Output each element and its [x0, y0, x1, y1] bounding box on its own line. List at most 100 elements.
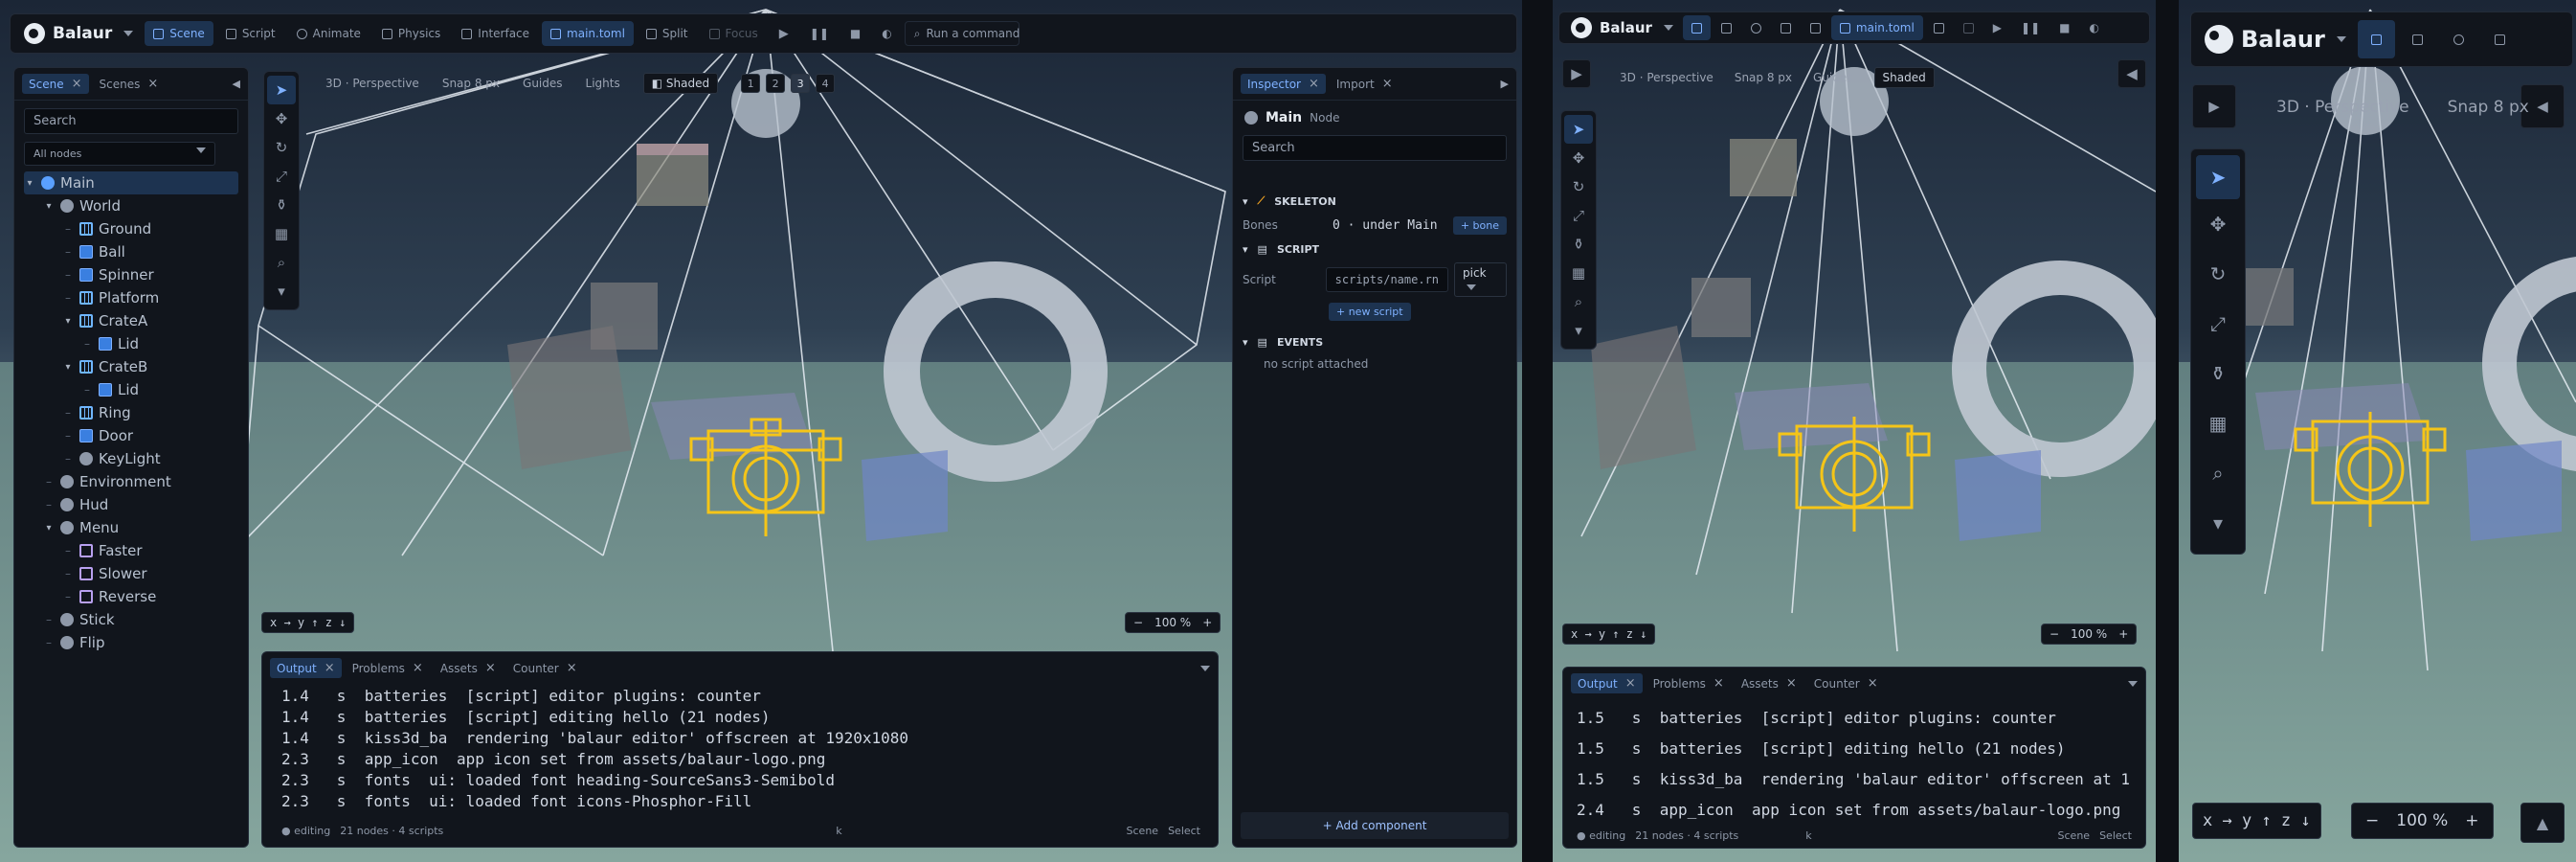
move-tool-icon[interactable]: ✥: [2196, 199, 2240, 249]
tab-problems[interactable]: Problems ×: [1646, 673, 1731, 693]
tree-row[interactable]: – Hud: [24, 493, 238, 516]
mode-physics[interactable]: [2481, 20, 2519, 58]
tree-row[interactable]: – Environment: [24, 470, 238, 493]
tab-output[interactable]: Output ×: [1571, 673, 1643, 693]
app-logo[interactable]: Balaur: [16, 23, 141, 44]
close-icon[interactable]: ×: [147, 77, 158, 91]
close-icon[interactable]: ×: [325, 661, 335, 675]
snap-label[interactable]: Snap 8 px: [2448, 98, 2529, 117]
tree-row[interactable]: – Flip: [24, 631, 238, 654]
tree-row[interactable]: – KeyLight: [24, 447, 238, 470]
rotate-tool-icon[interactable]: ↻: [2196, 249, 2240, 299]
command-input[interactable]: ⌕ Run a command: [904, 21, 1019, 46]
tab-counter[interactable]: Counter ×: [506, 658, 584, 678]
scale-tool-icon[interactable]: ⤢: [267, 162, 296, 191]
close-icon[interactable]: ×: [413, 661, 423, 675]
tree-row[interactable]: – Slower: [24, 562, 238, 585]
split-button[interactable]: [1925, 15, 1953, 40]
tree-row[interactable]: – Stick: [24, 608, 238, 631]
mode-scene[interactable]: [2357, 20, 2395, 58]
add-bone-button[interactable]: + bone: [1452, 216, 1507, 235]
close-icon[interactable]: ×: [1714, 676, 1724, 691]
pause-button[interactable]: ❚❚: [2012, 15, 2049, 40]
select-tool-icon[interactable]: ➤: [2196, 155, 2240, 199]
zoom-in-button[interactable]: +: [1202, 616, 1212, 629]
tab-output[interactable]: Output ×: [270, 658, 342, 678]
stop-button[interactable]: ■: [2050, 15, 2078, 40]
tree-row[interactable]: – Ground: [24, 217, 238, 240]
zoom-tool-icon[interactable]: ⌕: [1564, 287, 1593, 316]
collapse-left-icon[interactable]: ◀: [233, 78, 240, 90]
move-tool-icon[interactable]: ✥: [267, 104, 296, 133]
camera-1-button[interactable]: 1: [741, 74, 761, 93]
tree-row[interactable]: ▾ Main: [24, 171, 238, 194]
app-logo[interactable]: Balaur: [1563, 17, 1681, 38]
zoom-out-button[interactable]: −: [2365, 811, 2379, 830]
expand-toggle-icon[interactable]: ▾: [43, 523, 55, 533]
tree-row[interactable]: – Faster: [24, 539, 238, 562]
tab-assets[interactable]: Assets ×: [1735, 673, 1803, 693]
close-icon[interactable]: ×: [1868, 676, 1878, 691]
close-icon[interactable]: ×: [1309, 77, 1319, 91]
tab-counter[interactable]: Counter ×: [1807, 673, 1885, 693]
chevron-down-icon[interactable]: [2128, 680, 2138, 687]
tree-row[interactable]: – Ring: [24, 401, 238, 424]
chevron-down-icon[interactable]: [1200, 665, 1210, 671]
mode-scene[interactable]: Scene: [145, 21, 213, 46]
add-component-button[interactable]: + Add component: [1241, 812, 1509, 839]
zoom-in-button[interactable]: +: [2465, 811, 2478, 830]
section-script[interactable]: ▾ ▤ SCRIPT: [1233, 238, 1516, 261]
mode-interface[interactable]: Interface: [453, 21, 538, 46]
script-path-input[interactable]: scripts/name.rn: [1325, 267, 1449, 292]
rotate-tool-icon[interactable]: ↻: [267, 133, 296, 162]
zoom-tool-icon[interactable]: ⌕: [2196, 448, 2240, 498]
mode-script[interactable]: Script: [217, 21, 284, 46]
view-mode-label[interactable]: 3D · Perspective: [325, 77, 419, 90]
outliner-search-input[interactable]: Search: [24, 108, 238, 134]
paint-tool-icon[interactable]: ⚱: [1564, 230, 1593, 259]
expand-console-icon[interactable]: ▲: [2520, 803, 2565, 843]
tree-row[interactable]: – Lid: [24, 332, 238, 355]
zoom-tool-icon[interactable]: ⌕: [267, 248, 296, 277]
tab-scenes[interactable]: Scenes ×: [93, 74, 166, 94]
play-button[interactable]: ▶: [1984, 15, 2010, 40]
close-icon[interactable]: ×: [1382, 77, 1393, 91]
section-events[interactable]: ▾ ▤ EVENTS: [1233, 330, 1516, 353]
lights-toggle[interactable]: Lights: [586, 77, 620, 90]
mode-physics[interactable]: Physics: [373, 21, 449, 46]
expand-toggle-icon[interactable]: ▾: [43, 201, 55, 212]
mode-animate[interactable]: [1742, 15, 1770, 40]
select-tool-icon[interactable]: ➤: [1564, 115, 1593, 144]
app-logo[interactable]: Balaur: [2197, 25, 2354, 54]
view-mode-label[interactable]: 3D · Perspective: [2276, 98, 2409, 117]
guides-toggle[interactable]: Guides: [1813, 71, 1853, 84]
node-filter-select[interactable]: All nodes: [24, 142, 215, 166]
close-icon[interactable]: ×: [1786, 676, 1797, 691]
expand-toggle-icon[interactable]: ▾: [24, 178, 35, 189]
shaded-toggle[interactable]: ◧ Shaded: [642, 73, 719, 94]
zoom-out-button[interactable]: −: [1133, 616, 1143, 629]
expand-toggle-icon[interactable]: ▾: [62, 362, 74, 373]
close-icon[interactable]: ×: [1625, 676, 1636, 691]
mode-physics[interactable]: [1772, 15, 1800, 40]
expand-toggle-icon[interactable]: ▾: [62, 316, 74, 327]
view-mode-label[interactable]: 3D · Perspective: [1620, 71, 1714, 84]
inspector-search-input[interactable]: Search: [1243, 135, 1507, 161]
expand-left-icon[interactable]: ▶: [1562, 59, 1591, 88]
tab-inspector[interactable]: Inspector ×: [1241, 74, 1326, 94]
more-tools-icon[interactable]: ▾: [2196, 498, 2240, 548]
paint-tool-icon[interactable]: ⚱: [267, 191, 296, 219]
new-script-button[interactable]: + new script: [1329, 303, 1411, 321]
tree-row[interactable]: ▾ CrateB: [24, 355, 238, 378]
tree-row[interactable]: – Platform: [24, 286, 238, 309]
grid-tool-icon[interactable]: ▦: [2196, 398, 2240, 448]
tree-row[interactable]: – Reverse: [24, 585, 238, 608]
camera-4-button[interactable]: 4: [816, 74, 836, 93]
zoom-in-button[interactable]: +: [2118, 627, 2128, 641]
tree-row[interactable]: – Spinner: [24, 263, 238, 286]
zoom-out-button[interactable]: −: [2050, 627, 2059, 641]
focus-button[interactable]: [1955, 15, 1982, 40]
scale-tool-icon[interactable]: ⤢: [1564, 201, 1593, 230]
mode-interface[interactable]: [1802, 15, 1829, 40]
play-button[interactable]: ▶: [771, 21, 797, 46]
